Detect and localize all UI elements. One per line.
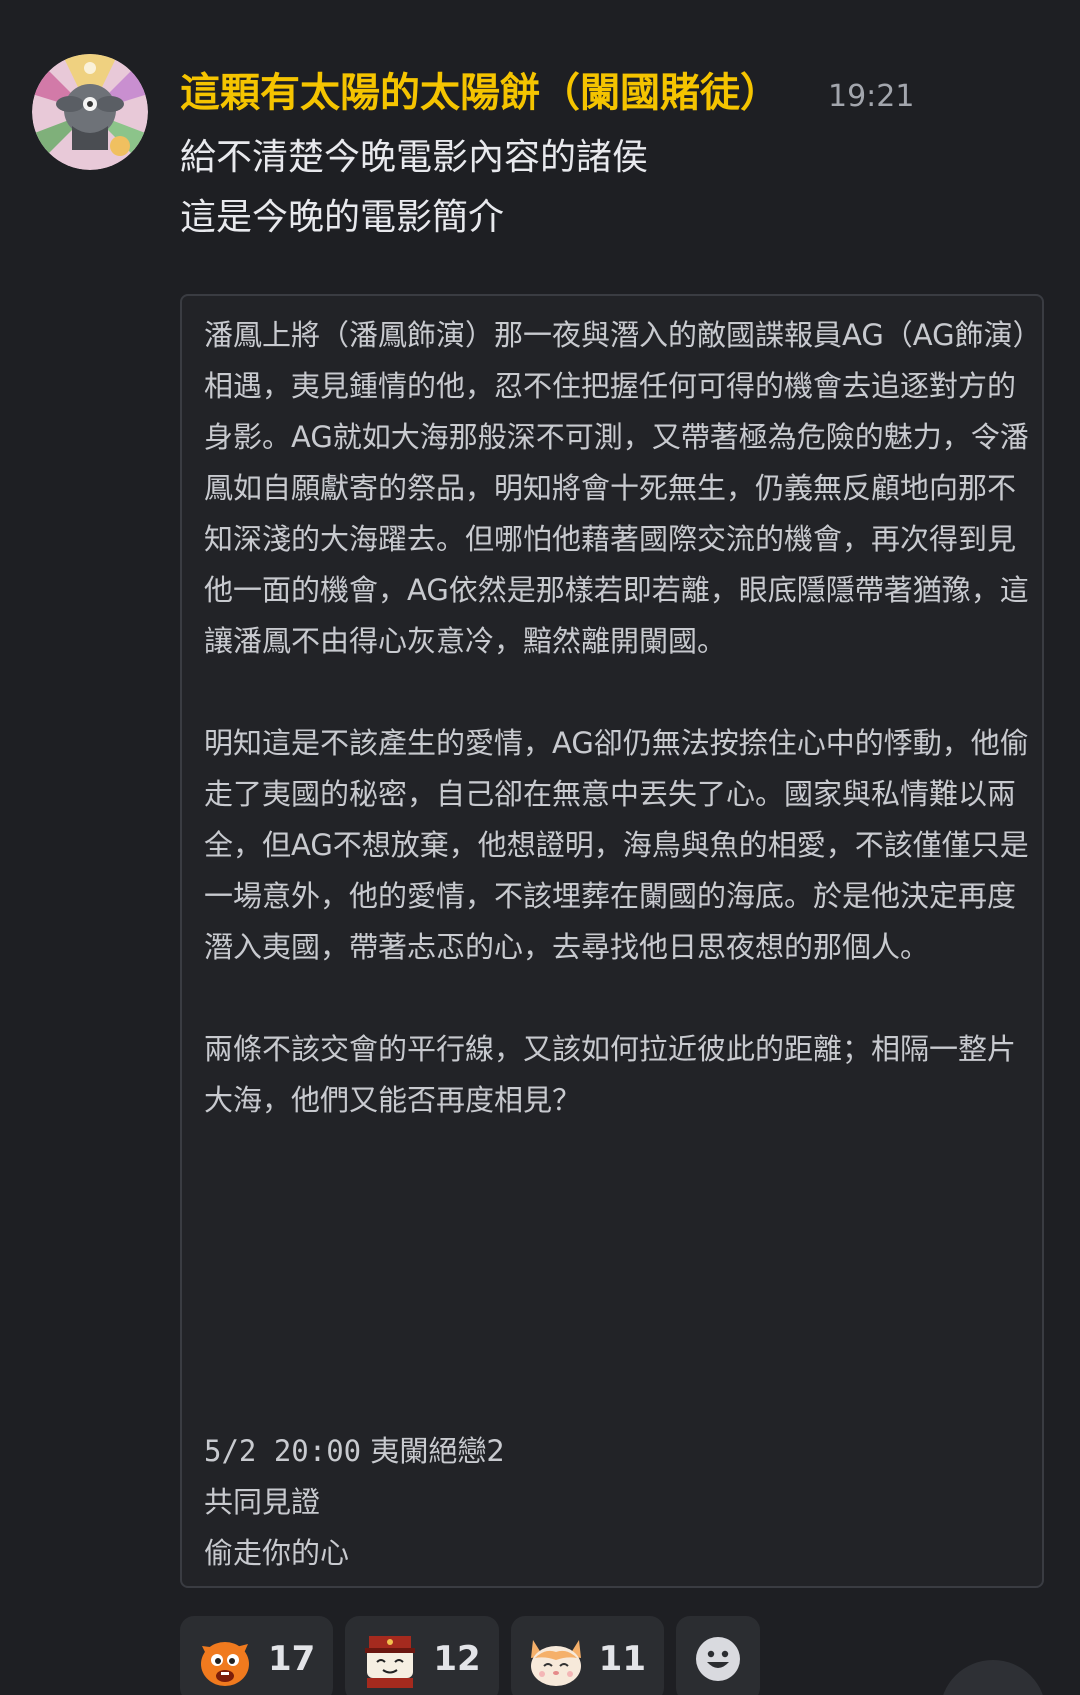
screening-datetime: 5/2 20:00 bbox=[204, 1434, 362, 1468]
screening-tagline: 偷走你的心 bbox=[204, 1536, 350, 1570]
orange-cat-emoji-icon bbox=[201, 1642, 249, 1686]
cat-face-emoji-icon bbox=[530, 1640, 581, 1686]
reaction-count: 12 bbox=[433, 1639, 481, 1679]
reaction-count: 11 bbox=[598, 1639, 646, 1679]
message-timestamp: 19:21 bbox=[828, 79, 915, 114]
hat-character-emoji-icon bbox=[365, 1636, 416, 1688]
reaction-hat-character[interactable]: 12 bbox=[345, 1616, 499, 1695]
screening-info: 5/2 20:00 夷闌絕戀2 共同見證 偷走你的心 bbox=[204, 1426, 505, 1579]
screening-datetime-line: 5/2 20:00 夷闌絕戀2 bbox=[204, 1426, 505, 1477]
synopsis-paragraph: 明知這是不該產生的愛情，AG卻仍無法按捺住心中的悸動，他偷走了夷國的秘密，自己卻… bbox=[204, 726, 1029, 964]
chat-message: 這顆有太陽的太陽餅（闌國賭徒） 19:21 給不清楚今晚電影內容的諸侯 這是今晚… bbox=[0, 0, 1080, 1695]
reaction-count: 17 bbox=[268, 1639, 316, 1679]
reaction-bar: 17 12 11 bbox=[180, 1616, 760, 1695]
smiley-add-reaction-icon bbox=[695, 1637, 740, 1681]
screening-tagline: 共同見證 bbox=[204, 1485, 321, 1519]
message-header: 這顆有太陽的太陽餅（闌國賭徒） 19:21 bbox=[180, 60, 914, 120]
synopsis-paragraph: 潘鳳上將（潘鳳飾演）那一夜與潛入的敵國諜報員AG（AG飾演）相遇，夷見鍾情的他，… bbox=[204, 318, 1029, 658]
floating-action-button[interactable] bbox=[940, 1660, 1046, 1695]
reaction-cat-face[interactable]: 11 bbox=[510, 1616, 664, 1695]
message-text-line: 給不清楚今晚電影內容的諸侯 bbox=[180, 137, 649, 178]
avatar-image bbox=[32, 54, 148, 170]
screening-title: 夷闌絕戀2 bbox=[370, 1434, 505, 1468]
username[interactable]: 這顆有太陽的太陽餅（闌國賭徒） bbox=[180, 60, 780, 118]
message-text-line: 這是今晚的電影簡介 bbox=[180, 197, 505, 238]
add-reaction-button[interactable] bbox=[675, 1616, 760, 1695]
reaction-orange-cat[interactable]: 17 bbox=[180, 1616, 334, 1695]
user-avatar[interactable] bbox=[32, 54, 148, 170]
code-block: 潘鳳上將（潘鳳飾演）那一夜與潛入的敵國諜報員AG（AG飾演）相遇，夷見鍾情的他，… bbox=[180, 294, 1044, 1588]
synopsis-paragraph: 兩條不該交會的平行線，又該如何拉近彼此的距離；相隔一整片大海，他們又能否再度相見… bbox=[204, 1032, 1017, 1117]
